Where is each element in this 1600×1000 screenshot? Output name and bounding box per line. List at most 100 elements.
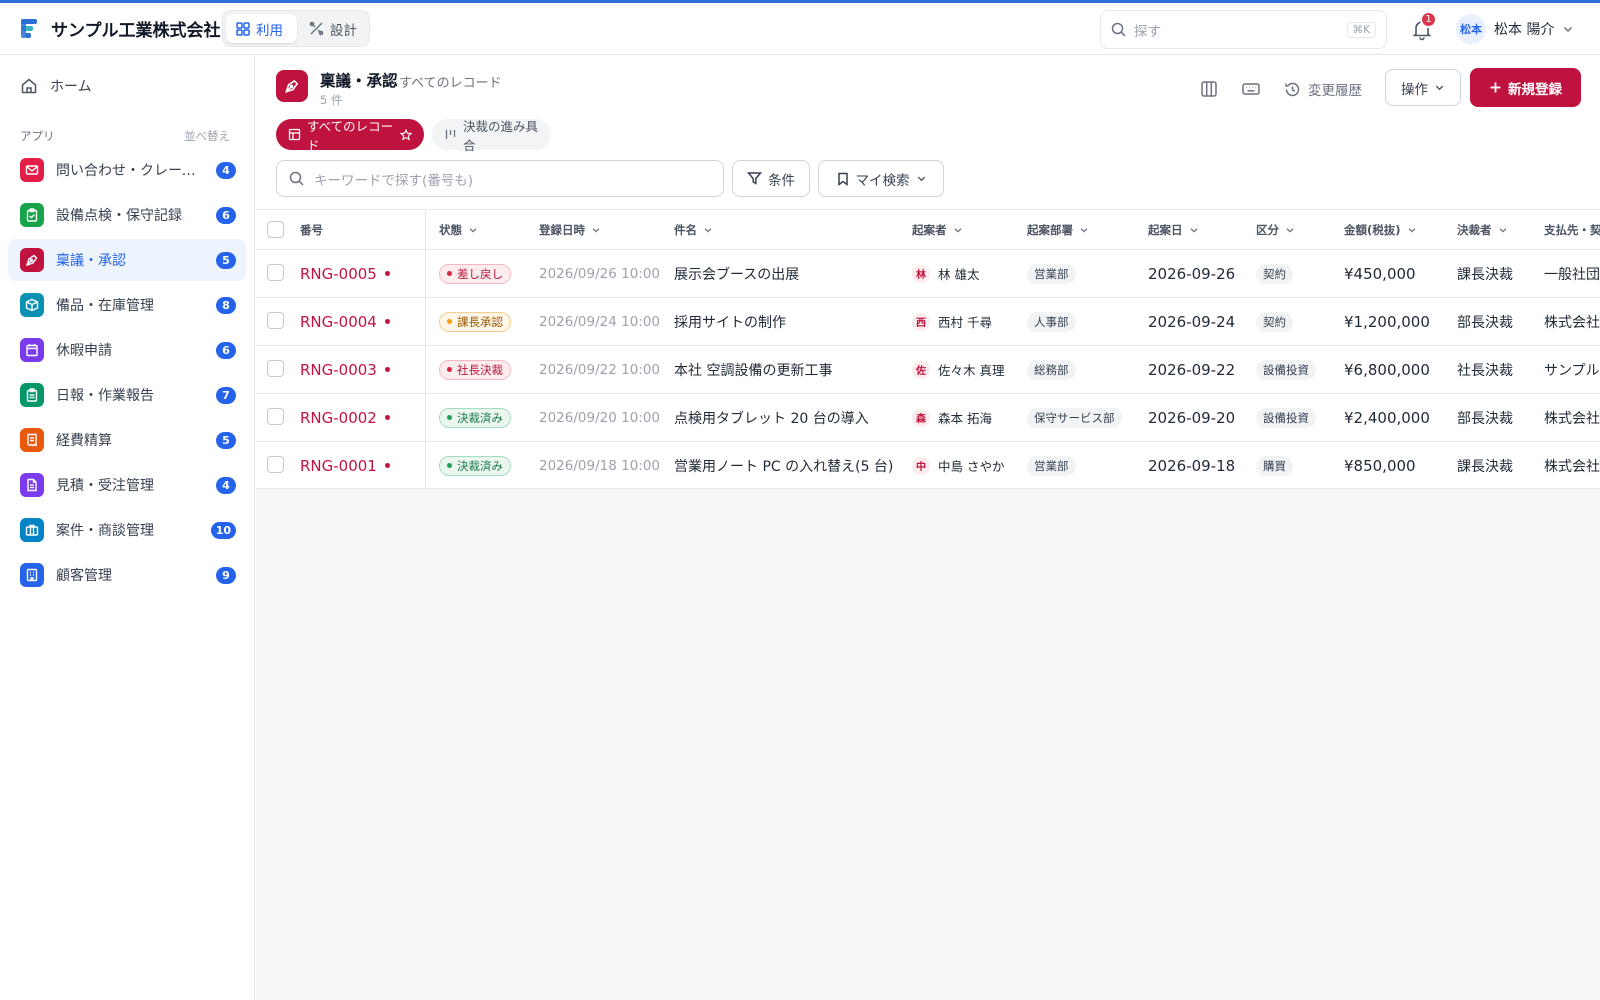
sidebar-item-quotes[interactable]: 見積・受注管理 4 (8, 464, 246, 506)
column-header-amount[interactable]: 金額(税抜) (1344, 222, 1417, 238)
drafter-name: 林 雄太 (938, 267, 980, 282)
registered-datetime: 2026/09/18 10:00 (539, 457, 661, 474)
department-chip: 営業部 (1027, 455, 1076, 476)
sidebar-item-leave[interactable]: 休暇申請 6 (8, 329, 246, 371)
row-checkbox[interactable] (267, 360, 284, 377)
drafter-initial: 中 (912, 456, 930, 475)
record-number-link[interactable]: RNG-0003 (300, 346, 390, 393)
draft-date: 2026-09-18 (1148, 456, 1236, 475)
sidebar-item-inquiries[interactable]: 問い合わせ・クレーム管理 4 (8, 149, 246, 191)
record-number: RNG-0004 (300, 312, 377, 331)
sidebar-item-deals[interactable]: 案件・商談管理 10 (8, 509, 246, 551)
sidebar-item-label: 経費精算 (56, 433, 112, 449)
document-icon (20, 473, 44, 497)
record-count: 5 件 (320, 93, 343, 107)
status-badge: 社長決裁 (439, 359, 511, 380)
chevron-down-icon (1407, 225, 1417, 235)
chevron-down-icon (1285, 225, 1295, 235)
table-row[interactable]: RNG-0003 社長決裁 2026/09/22 10:00 本社 空調設備の更… (256, 346, 1600, 394)
column-header-department[interactable]: 起案部署 (1027, 222, 1089, 238)
select-all-checkbox[interactable] (267, 221, 284, 238)
column-header-payee[interactable]: 支払先・契約先 (1544, 222, 1600, 238)
drafter-cell: 林林 雄太 (912, 250, 979, 297)
keyboard-icon[interactable] (1240, 78, 1262, 100)
columns-icon[interactable] (1198, 78, 1220, 100)
payee: 一般社団法人 (1544, 266, 1600, 283)
column-header-category[interactable]: 区分 (1256, 222, 1295, 238)
column-header-approver[interactable]: 決裁者 (1457, 222, 1508, 238)
search-icon (289, 171, 304, 186)
sidebar-item-customers[interactable]: 顧客管理 9 (8, 554, 246, 596)
sticky-column-divider (425, 210, 426, 488)
sidebar-item-inventory[interactable]: 備品・在庫管理 8 (8, 284, 246, 326)
star-icon[interactable] (400, 128, 412, 141)
mode-design-button[interactable]: 設計 (299, 14, 367, 43)
sidebar-item-count: 5 (216, 431, 236, 449)
sidebar-item-home[interactable]: ホーム (8, 68, 246, 104)
record-number-link[interactable]: RNG-0004 (300, 298, 390, 345)
column-header-drafter[interactable]: 起案者 (912, 222, 963, 238)
operations-label: 操作 (1401, 81, 1428, 98)
table-row[interactable]: RNG-0005 差し戻し 2026/09/26 10:00 展示会ブースの出展… (256, 250, 1600, 298)
approver: 部長決裁 (1457, 314, 1513, 331)
column-header-subject[interactable]: 件名 (674, 222, 713, 238)
status-badge: 決裁済み (439, 455, 511, 476)
history-button[interactable]: 変更履歴 (1284, 76, 1362, 102)
table-icon (288, 128, 301, 141)
keyword-search-input[interactable]: キーワードで探す(番号も) (276, 160, 724, 197)
category-chip: 設備投資 (1256, 359, 1316, 380)
record-number-link[interactable]: RNG-0002 (300, 394, 390, 441)
tab-approval-progress[interactable]: 決裁の進み具合 (432, 119, 551, 153)
chevron-down-icon (703, 225, 713, 235)
building-icon (20, 563, 44, 587)
registered-datetime: 2026/09/20 10:00 (539, 409, 661, 426)
column-header-draft-date[interactable]: 起案日 (1148, 222, 1199, 238)
global-search-input[interactable]: 探す ⌘K (1100, 10, 1387, 49)
department-cell: 営業部 (1027, 442, 1076, 488)
sidebar-item-label: 見積・受注管理 (56, 478, 154, 494)
category-cell: 契約 (1256, 298, 1293, 345)
status-label: 課長承認 (457, 314, 503, 329)
record-number: RNG-0003 (300, 360, 377, 379)
user-menu[interactable]: 松本 松本 陽介 (1456, 13, 1574, 45)
column-header-status[interactable]: 状態 (439, 222, 478, 238)
apps-section-header: アプリ 並べ替え (20, 128, 230, 144)
sort-apps-button[interactable]: 並べ替え (184, 128, 230, 144)
chevron-down-icon (916, 173, 927, 184)
row-checkbox[interactable] (267, 456, 284, 473)
my-search-button[interactable]: マイ検索 (818, 160, 944, 197)
record-number-link[interactable]: RNG-0001 (300, 442, 390, 488)
sidebar-item-daily-report[interactable]: 日報・作業報告 7 (8, 374, 246, 416)
sidebar-item-maintenance[interactable]: 設備点検・保守記録 6 (8, 194, 246, 236)
tab-all-records[interactable]: すべてのレコード (276, 119, 424, 153)
registered-datetime: 2026/09/24 10:00 (539, 313, 661, 330)
column-header-registered[interactable]: 登録日時 (539, 222, 601, 238)
column-header-number[interactable]: 番号 (300, 222, 323, 238)
department-chip: 総務部 (1027, 359, 1076, 380)
sidebar-item-label: 日報・作業報告 (56, 388, 154, 404)
department-cell: 営業部 (1027, 250, 1076, 297)
record-number-link[interactable]: RNG-0005 (300, 250, 390, 297)
table-row[interactable]: RNG-0004 課長承認 2026/09/24 10:00 採用サイトの制作 … (256, 298, 1600, 346)
conditions-button[interactable]: 条件 (732, 160, 810, 197)
status-badge: 決裁済み (439, 407, 511, 428)
category-chip: 契約 (1256, 311, 1293, 332)
row-checkbox[interactable] (267, 312, 284, 329)
sidebar-item-approvals[interactable]: 稟議・承認 5 (8, 239, 246, 281)
sidebar-item-count: 7 (216, 386, 236, 404)
unread-dot (384, 463, 390, 468)
new-record-button[interactable]: 新規登録 (1470, 68, 1581, 107)
mode-use-button[interactable]: 利用 (226, 14, 297, 43)
table-row[interactable]: RNG-0002 決裁済み 2026/09/20 10:00 点検用タブレット … (256, 394, 1600, 442)
row-checkbox[interactable] (267, 408, 284, 425)
table-row[interactable]: RNG-0001 決裁済み 2026/09/18 10:00 営業用ノート PC… (256, 442, 1600, 488)
history-icon (1284, 81, 1301, 98)
user-name: 松本 陽介 (1494, 22, 1555, 38)
my-search-label: マイ検索 (855, 172, 910, 189)
sidebar-item-expenses[interactable]: 経費精算 5 (8, 419, 246, 461)
operations-button[interactable]: 操作 (1385, 69, 1461, 106)
row-checkbox[interactable] (267, 264, 284, 281)
category-cell: 契約 (1256, 250, 1293, 297)
drafter-name: 中島 さやか (938, 459, 1005, 474)
category-cell: 購買 (1256, 442, 1293, 488)
